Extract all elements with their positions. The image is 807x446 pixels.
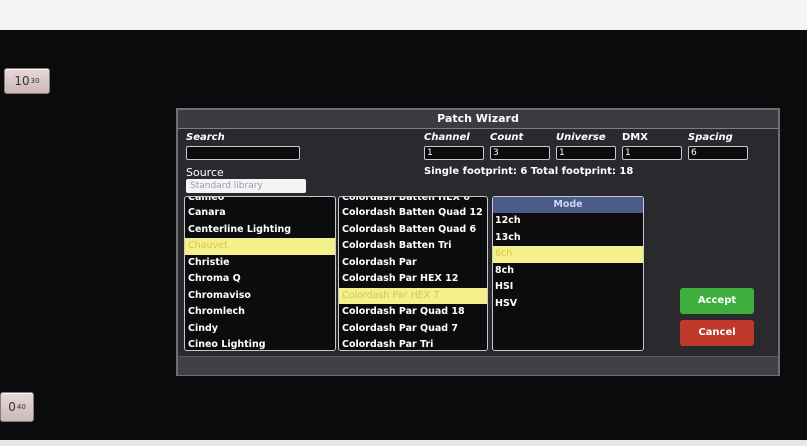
mode-item[interactable]: 12ch [493,213,643,230]
list-item[interactable]: Colordash Batten Tri [339,238,487,255]
list-item[interactable]: Colordash Batten Quad 6 [339,222,487,239]
footprint-info: Single footprint: 6 Total footprint: 18 [424,166,634,177]
list-item[interactable]: Chroma Q [185,271,335,288]
search-label: Search [186,132,225,143]
hardware-key-sup: 30 [30,77,40,85]
universe-input[interactable]: 1 [556,146,616,160]
list-item[interactable]: Colordash Batten HEX 6 [339,197,487,205]
fixture-list[interactable]: Colordash Batten HEX 6 Colordash Batten … [338,196,488,351]
hardware-key-10[interactable]: 10 30 [4,68,50,94]
channel-input[interactable]: 1 [424,146,484,160]
list-item[interactable]: Christie [185,255,335,272]
dmx-label: DMX [622,132,648,143]
list-item[interactable]: Colordash Par [339,255,487,272]
count-label: Count [490,132,524,143]
source-dropdown[interactable]: Standard library [186,179,306,193]
mode-item[interactable]: HSV [493,296,643,313]
list-item-selected[interactable]: Colordash Par HEX 7 [339,287,487,304]
list-item[interactable]: Cindy [185,321,335,338]
hardware-key-sup: 40 [16,403,26,411]
source-label: Source [186,166,224,179]
mode-header: Mode [493,197,643,213]
mode-item[interactable]: 13ch [493,230,643,247]
channel-label: Channel [424,132,470,143]
list-item[interactable]: Colordash Par Quad 18 [339,304,487,321]
bezel-bottom [0,440,807,446]
bezel-top [0,0,807,30]
mode-item[interactable]: 8ch [493,263,643,280]
mode-item-selected[interactable]: 6ch [493,246,643,263]
dmx-input[interactable]: 1 [622,146,682,160]
list-item[interactable]: Cineo Lighting [185,337,335,350]
dialog-title: Patch Wizard [178,110,778,129]
list-item[interactable]: Chromlech [185,304,335,321]
spacing-label: Spacing [688,132,733,143]
hardware-key-label: 10 [14,74,30,88]
dialog-bottom-bar [178,356,778,375]
mode-list[interactable]: Mode 12ch 13ch 6ch 8ch HSI HSV [492,196,644,351]
list-item[interactable]: Canara [185,205,335,222]
cancel-button[interactable]: Cancel [680,320,754,346]
patch-wizard-dialog: Patch Wizard Search Channel 1 Count 3 Un… [176,108,780,376]
list-item[interactable]: Cameo [185,197,335,205]
universe-label: Universe [556,132,606,143]
count-input[interactable]: 3 [490,146,550,160]
hardware-key-label: 0 [8,400,16,414]
search-input[interactable] [186,146,300,160]
spacing-input[interactable]: 6 [688,146,748,160]
list-item[interactable]: Chromaviso [185,288,335,305]
list-item[interactable]: Colordash Par Tri [339,337,487,350]
accept-button[interactable]: Accept [680,288,754,314]
list-item[interactable]: Colordash Par Quad 7 [339,321,487,338]
list-item[interactable]: Centerline Lighting [185,222,335,239]
list-item[interactable]: Colordash Batten Quad 12 [339,205,487,222]
list-item-selected[interactable]: Chauvet [185,238,335,255]
list-item[interactable]: Colordash Par HEX 12 [339,271,487,288]
mode-item[interactable]: HSI [493,279,643,296]
hardware-key-0[interactable]: 0 40 [0,392,34,422]
manufacturer-list[interactable]: Cameo Canara Centerline Lighting Chauvet… [184,196,336,351]
